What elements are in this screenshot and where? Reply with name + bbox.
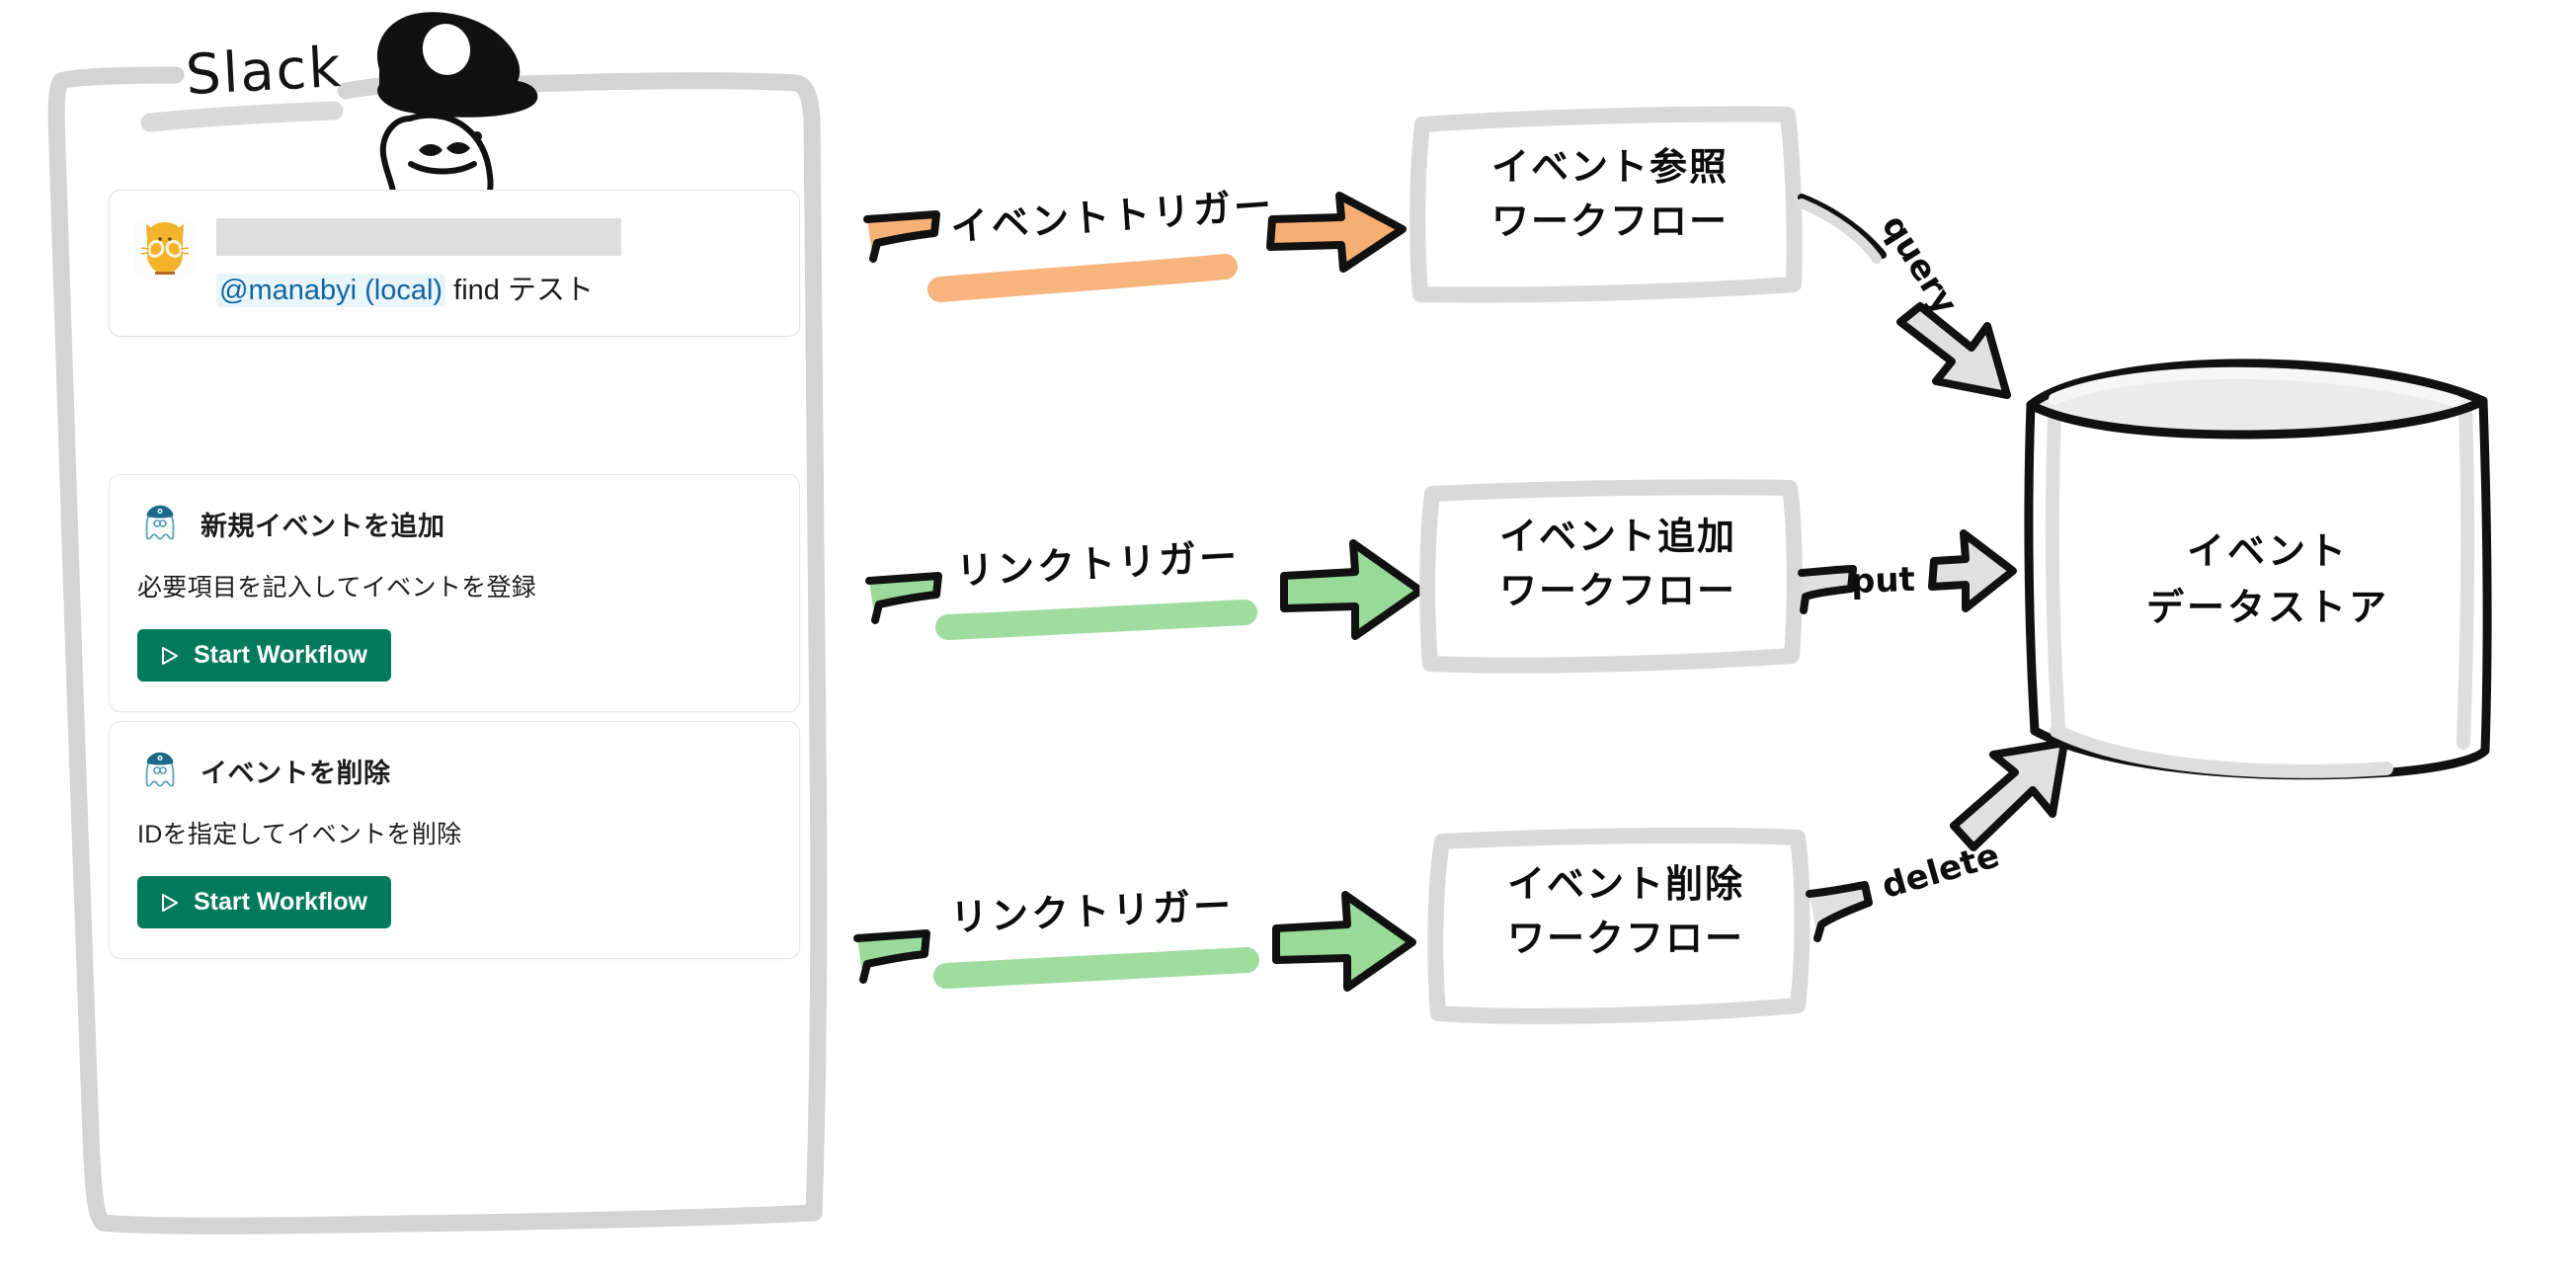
workflow-card-delete-event[interactable]: イベントを削除 IDを指定してイベントを削除 Start Workflow (109, 721, 800, 959)
workflow-box-3-text: イベント削除 ワークフロー (1478, 857, 1774, 966)
trigger-label-3: リンクトリガー (949, 883, 1235, 940)
datastore-label: イベント データストア (2110, 523, 2426, 636)
edge-label-query: query (1874, 207, 1966, 322)
delete-bracket (1806, 881, 1873, 942)
workflow-box-1-line1: イベント参照 (1490, 145, 1729, 189)
slash-command-text: find テスト (453, 275, 594, 306)
workflow-card-add-event[interactable]: 新規イベントを追加 必要項目を記入してイベントを登録 Start Workflo… (109, 474, 800, 712)
edge-label-delete: delete (1877, 836, 2004, 907)
datastore-line1: イベント (2186, 529, 2349, 573)
workflow-card-description: IDを指定してイベントを削除 (137, 821, 462, 848)
ghost-sailor-icon (137, 501, 183, 546)
slack-message-body: @manabyi (local) find テスト (216, 216, 773, 310)
start-workflow-label: Start Workflow (194, 888, 367, 916)
query-arrow (1896, 302, 2011, 399)
workflow-box-1-line2: ワークフロー (1490, 200, 1729, 244)
workflow-box-2-line2: ワークフロー (1498, 569, 1736, 613)
edge-label-put: put (1850, 559, 1916, 602)
user-mention[interactable]: @manabyi (local) (216, 274, 446, 307)
put-arrow (1928, 529, 2017, 612)
workflow-box-3-line2: ワークフロー (1506, 917, 1744, 961)
start-workflow-button-delete[interactable]: Start Workflow (137, 876, 391, 928)
trigger-label-1: イベントトリガー (949, 183, 1276, 250)
workflow-box-2-line1: イベント追加 (1498, 515, 1736, 558)
workflow-box-1-text: イベント参照 ワークフロー (1462, 140, 1758, 249)
workflow-box-2-text: イベント追加 ワークフロー (1470, 510, 1766, 618)
workflow-card-header: 新規イベントを追加 (137, 501, 773, 546)
slack-message-text: @manabyi (local) find テスト (216, 272, 773, 310)
trigger-3-highlight (933, 947, 1259, 989)
slack-word-underline (140, 101, 344, 132)
trigger-1-highlight (927, 254, 1238, 302)
query-connector-line (1798, 194, 1887, 259)
put-bracket (1798, 565, 1857, 614)
play-triangle-icon (157, 891, 181, 915)
trigger-1-bracket (863, 210, 940, 263)
workflow-card-description: 必要項目を記入してイベントを登録 (137, 574, 537, 602)
workflow-card-title: 新規イベントを追加 (201, 511, 445, 541)
trigger-label-2: リンクトリガー (955, 534, 1242, 594)
slack-window-panel: Slack @manabyi (local) find テスト 新規イベントを追… (99, 36, 810, 1205)
trigger-3-bracket (853, 929, 930, 984)
start-workflow-label: Start Workflow (194, 641, 367, 669)
datastore-line2: データストア (2145, 586, 2389, 629)
slack-wordmark-label: Slack (184, 35, 345, 109)
cat-avatar-icon (133, 216, 197, 280)
start-workflow-button-add[interactable]: Start Workflow (137, 629, 391, 682)
trigger-3-arrow (1272, 891, 1416, 992)
workflow-card-header: イベントを削除 (137, 748, 773, 793)
workflow-card-title: イベントを削除 (201, 758, 391, 788)
play-triangle-icon (157, 644, 181, 668)
trigger-2-highlight (935, 600, 1257, 640)
trigger-1-arrow (1266, 192, 1407, 273)
redacted-username-bar (216, 218, 621, 256)
workflow-box-3-line1: イベント削除 (1506, 862, 1744, 906)
slack-message-card: @manabyi (local) find テスト (109, 190, 800, 338)
trigger-2-arrow (1280, 539, 1424, 640)
trigger-2-bracket (865, 572, 942, 624)
ghost-sailor-icon (137, 748, 183, 793)
diagram-canvas: Slack @manabyi (local) find テスト 新規イベントを追… (0, 0, 2576, 1284)
delete-arrow (1950, 739, 2068, 851)
